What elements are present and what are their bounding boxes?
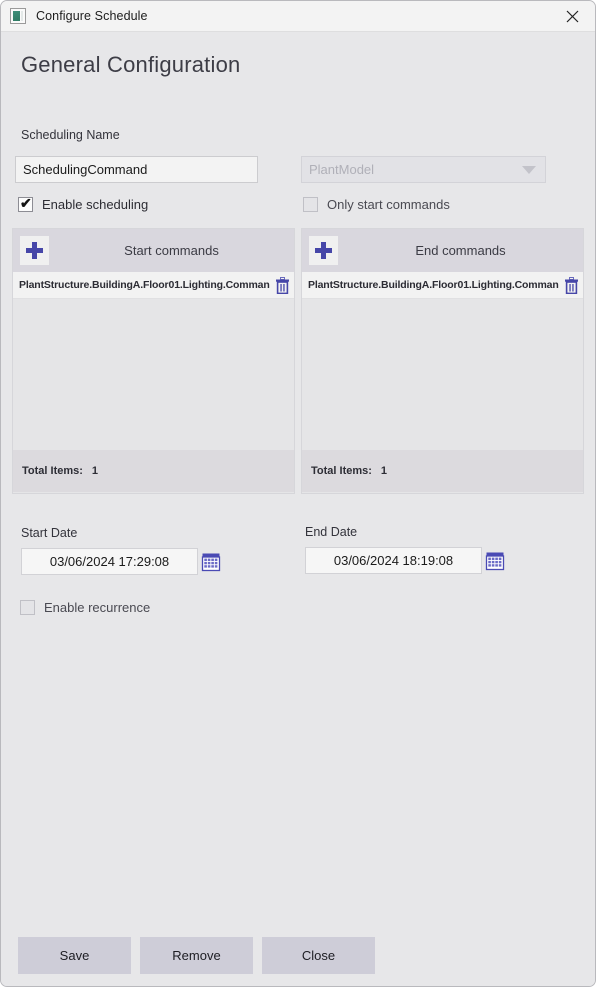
plus-icon xyxy=(26,242,43,259)
total-items-value: 1 xyxy=(91,465,99,477)
list-item[interactable]: PlantStructure.BuildingA.Floor01.Lightin… xyxy=(13,272,294,299)
list-item[interactable]: PlantStructure.BuildingA.Floor01.Lightin… xyxy=(302,272,583,299)
scheduling-name-label: Scheduling Name xyxy=(21,128,120,142)
start-commands-header: Start commands xyxy=(13,229,294,272)
dialog-content: General Configuration Scheduling Name Pl… xyxy=(1,32,595,986)
start-commands-title: Start commands xyxy=(124,243,219,258)
remove-button[interactable]: Remove xyxy=(140,936,253,974)
chevron-down-icon xyxy=(522,165,536,174)
trash-icon[interactable] xyxy=(564,276,579,294)
close-button[interactable]: Close xyxy=(262,936,375,974)
checkbox-box xyxy=(303,197,318,212)
enable-scheduling-label: Enable scheduling xyxy=(42,197,149,212)
end-commands-list[interactable]: PlantStructure.BuildingA.Floor01.Lightin… xyxy=(302,272,583,450)
end-date-input[interactable] xyxy=(305,547,482,574)
command-path: PlantStructure.BuildingA.Floor01.Lightin… xyxy=(308,279,559,291)
start-date-input[interactable] xyxy=(21,548,198,575)
calendar-icon[interactable] xyxy=(485,551,505,571)
plant-model-dropdown[interactable]: PlantModel xyxy=(301,156,546,183)
start-commands-panel: Start commands PlantStructure.BuildingA.… xyxy=(12,228,295,494)
end-commands-header: End commands xyxy=(302,229,583,272)
add-end-command-button[interactable] xyxy=(309,236,338,265)
page-title: General Configuration xyxy=(21,52,241,77)
calendar-icon[interactable] xyxy=(201,552,221,572)
app-icon xyxy=(10,8,26,24)
command-path: PlantStructure.BuildingA.Floor01.Lightin… xyxy=(19,279,270,291)
start-date-group xyxy=(21,548,221,575)
end-commands-title: End commands xyxy=(415,243,506,258)
enable-recurrence-label: Enable recurrence xyxy=(44,600,151,615)
add-start-command-button[interactable] xyxy=(20,236,49,265)
checkbox-box: ✔ xyxy=(18,195,33,212)
title-bar: Configure Schedule xyxy=(1,1,595,32)
plus-icon xyxy=(315,242,332,259)
end-commands-footer: Total Items: 1 xyxy=(302,450,583,492)
total-items-label: Total Items: xyxy=(311,465,372,477)
dialog-footer: Save Remove Close xyxy=(1,924,595,986)
configure-schedule-dialog: Configure Schedule General Configuration… xyxy=(0,0,596,987)
end-date-label: End Date xyxy=(305,525,358,539)
end-commands-panel: End commands PlantStructure.BuildingA.Fl… xyxy=(301,228,584,494)
check-icon: ✔ xyxy=(20,195,32,211)
total-items-label: Total Items: xyxy=(22,465,83,477)
total-items-value: 1 xyxy=(380,465,388,477)
start-commands-list[interactable]: PlantStructure.BuildingA.Floor01.Lightin… xyxy=(13,272,294,450)
scheduling-name-input[interactable] xyxy=(15,156,258,183)
plant-model-value: PlantModel xyxy=(309,162,375,177)
only-start-commands-label: Only start commands xyxy=(327,197,450,212)
checkbox-box xyxy=(20,600,35,615)
close-icon[interactable] xyxy=(550,1,595,32)
enable-recurrence-checkbox[interactable]: Enable recurrence xyxy=(20,600,150,615)
start-date-label: Start Date xyxy=(21,526,78,540)
trash-icon[interactable] xyxy=(275,276,290,294)
only-start-commands-checkbox[interactable]: Only start commands xyxy=(303,197,450,212)
window-title: Configure Schedule xyxy=(36,9,148,23)
save-button[interactable]: Save xyxy=(18,936,131,974)
end-date-group xyxy=(305,547,505,574)
enable-scheduling-checkbox[interactable]: ✔ Enable scheduling xyxy=(18,195,149,212)
start-commands-footer: Total Items: 1 xyxy=(13,450,294,492)
